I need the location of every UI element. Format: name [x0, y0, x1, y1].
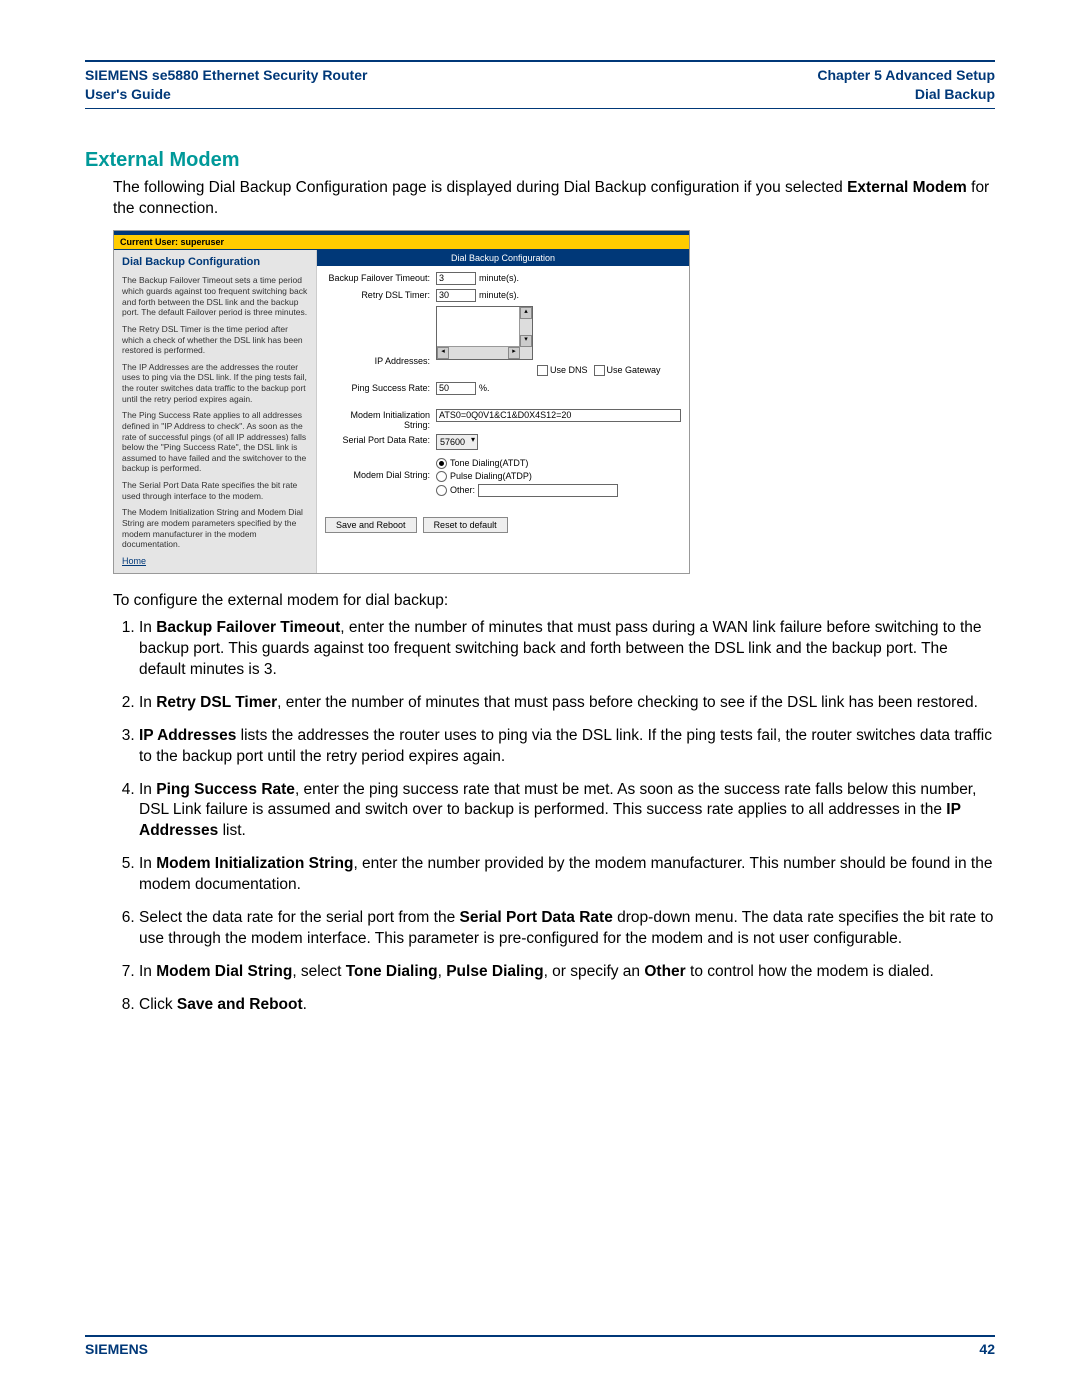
help-p5: The Serial Port Data Rate specifies the …: [122, 480, 308, 501]
help-p3: The IP Addresses are the addresses the r…: [122, 362, 308, 405]
step-3: IP Addresses lists the addresses the rou…: [139, 726, 995, 768]
reset-default-button[interactable]: Reset to default: [423, 517, 508, 533]
header-product: SIEMENS se5880 Ethernet Security Router: [85, 66, 367, 85]
scroll-right-icon[interactable]: ▸: [508, 347, 520, 359]
dial-label: Modem Dial String:: [325, 458, 436, 480]
footer-brand: SIEMENS: [85, 1341, 148, 1357]
use-dns-checkbox[interactable]: Use DNS: [537, 365, 588, 376]
form-title: Dial Backup Configuration: [317, 250, 689, 266]
serial-label: Serial Port Data Rate:: [325, 434, 436, 445]
other-radio[interactable]: Other:: [436, 484, 618, 497]
header-section: Dial Backup: [817, 85, 995, 104]
other-dial-input[interactable]: [478, 484, 618, 497]
modeminit-input[interactable]: ATS0=0Q0V1&C1&D0X4S12=20: [436, 409, 681, 422]
intro-paragraph: The following Dial Backup Configuration …: [113, 178, 995, 220]
use-gateway-label: Use Gateway: [607, 365, 661, 375]
retry-label: Retry DSL Timer:: [325, 289, 436, 300]
ip-label: IP Addresses:: [325, 316, 436, 366]
header-chapter: Chapter 5 Advanced Setup: [817, 66, 995, 85]
tone-radio[interactable]: Tone Dialing(ATDT): [436, 458, 528, 469]
scroll-up-icon[interactable]: ▴: [520, 307, 532, 319]
help-p4: The Ping Success Rate applies to all add…: [122, 410, 308, 474]
step-5: In Modem Initialization String, enter th…: [139, 854, 995, 896]
router-config-panel: Current User: superuser Dial Backup Conf…: [113, 230, 690, 574]
step-7: In Modem Dial String, select Tone Dialin…: [139, 962, 995, 983]
pulse-radio-label: Pulse Dialing(ATDP): [450, 471, 532, 481]
step-2: In Retry DSL Timer, enter the number of …: [139, 693, 995, 714]
current-user-bar: Current User: superuser: [114, 235, 689, 250]
save-reboot-button[interactable]: Save and Reboot: [325, 517, 417, 533]
step-1: In Backup Failover Timeout, enter the nu…: [139, 618, 995, 681]
pulse-radio[interactable]: Pulse Dialing(ATDP): [436, 471, 532, 482]
use-gateway-checkbox[interactable]: Use Gateway: [594, 365, 661, 376]
failover-label: Backup Failover Timeout:: [325, 272, 436, 283]
ip-listbox[interactable]: ▴ ▾ ◂ ▸: [436, 306, 533, 360]
use-dns-label: Use DNS: [550, 365, 588, 375]
ping-input[interactable]: 50: [436, 382, 476, 395]
help-p1: The Backup Failover Timeout sets a time …: [122, 275, 308, 318]
failover-unit: minute(s).: [479, 273, 519, 283]
header-guide: User's Guide: [85, 85, 367, 104]
retry-unit: minute(s).: [479, 290, 519, 300]
page-footer: SIEMENS 42: [85, 1335, 995, 1357]
scrollbar-horizontal-icon[interactable]: ◂ ▸: [437, 346, 520, 359]
sidebar-title: Dial Backup Configuration: [122, 256, 308, 270]
scroll-down-icon[interactable]: ▾: [520, 335, 532, 347]
tone-radio-label: Tone Dialing(ATDT): [450, 458, 528, 468]
help-sidebar: Dial Backup Configuration The Backup Fai…: [114, 250, 316, 573]
retry-input[interactable]: 30: [436, 289, 476, 302]
footer-page-number: 42: [979, 1341, 995, 1357]
scroll-left-icon[interactable]: ◂: [437, 347, 449, 359]
help-p6: The Modem Initialization String and Mode…: [122, 507, 308, 550]
help-p2: The Retry DSL Timer is the time period a…: [122, 324, 308, 356]
step-8: Click Save and Reboot.: [139, 995, 995, 1016]
section-title: External Modem: [85, 149, 995, 172]
ping-label: Ping Success Rate:: [325, 382, 436, 393]
failover-input[interactable]: 3: [436, 272, 476, 285]
step-6: Select the data rate for the serial port…: [139, 908, 995, 950]
step-4: In Ping Success Rate, enter the ping suc…: [139, 780, 995, 843]
ping-unit: %.: [479, 383, 490, 393]
serial-rate-select[interactable]: 57600: [436, 434, 478, 450]
step-list: In Backup Failover Timeout, enter the nu…: [113, 618, 995, 1016]
page-header: SIEMENS se5880 Ethernet Security Router …: [85, 60, 995, 109]
scrollbar-vertical-icon[interactable]: ▴ ▾: [519, 307, 532, 359]
configure-intro: To configure the external modem for dial…: [113, 592, 995, 610]
intro-bold: External Modem: [847, 179, 967, 196]
modeminit-label: Modem Initialization String:: [325, 409, 436, 430]
intro-pre: The following Dial Backup Configuration …: [113, 179, 847, 196]
other-radio-label: Other:: [450, 485, 475, 495]
home-link[interactable]: Home: [122, 556, 146, 566]
